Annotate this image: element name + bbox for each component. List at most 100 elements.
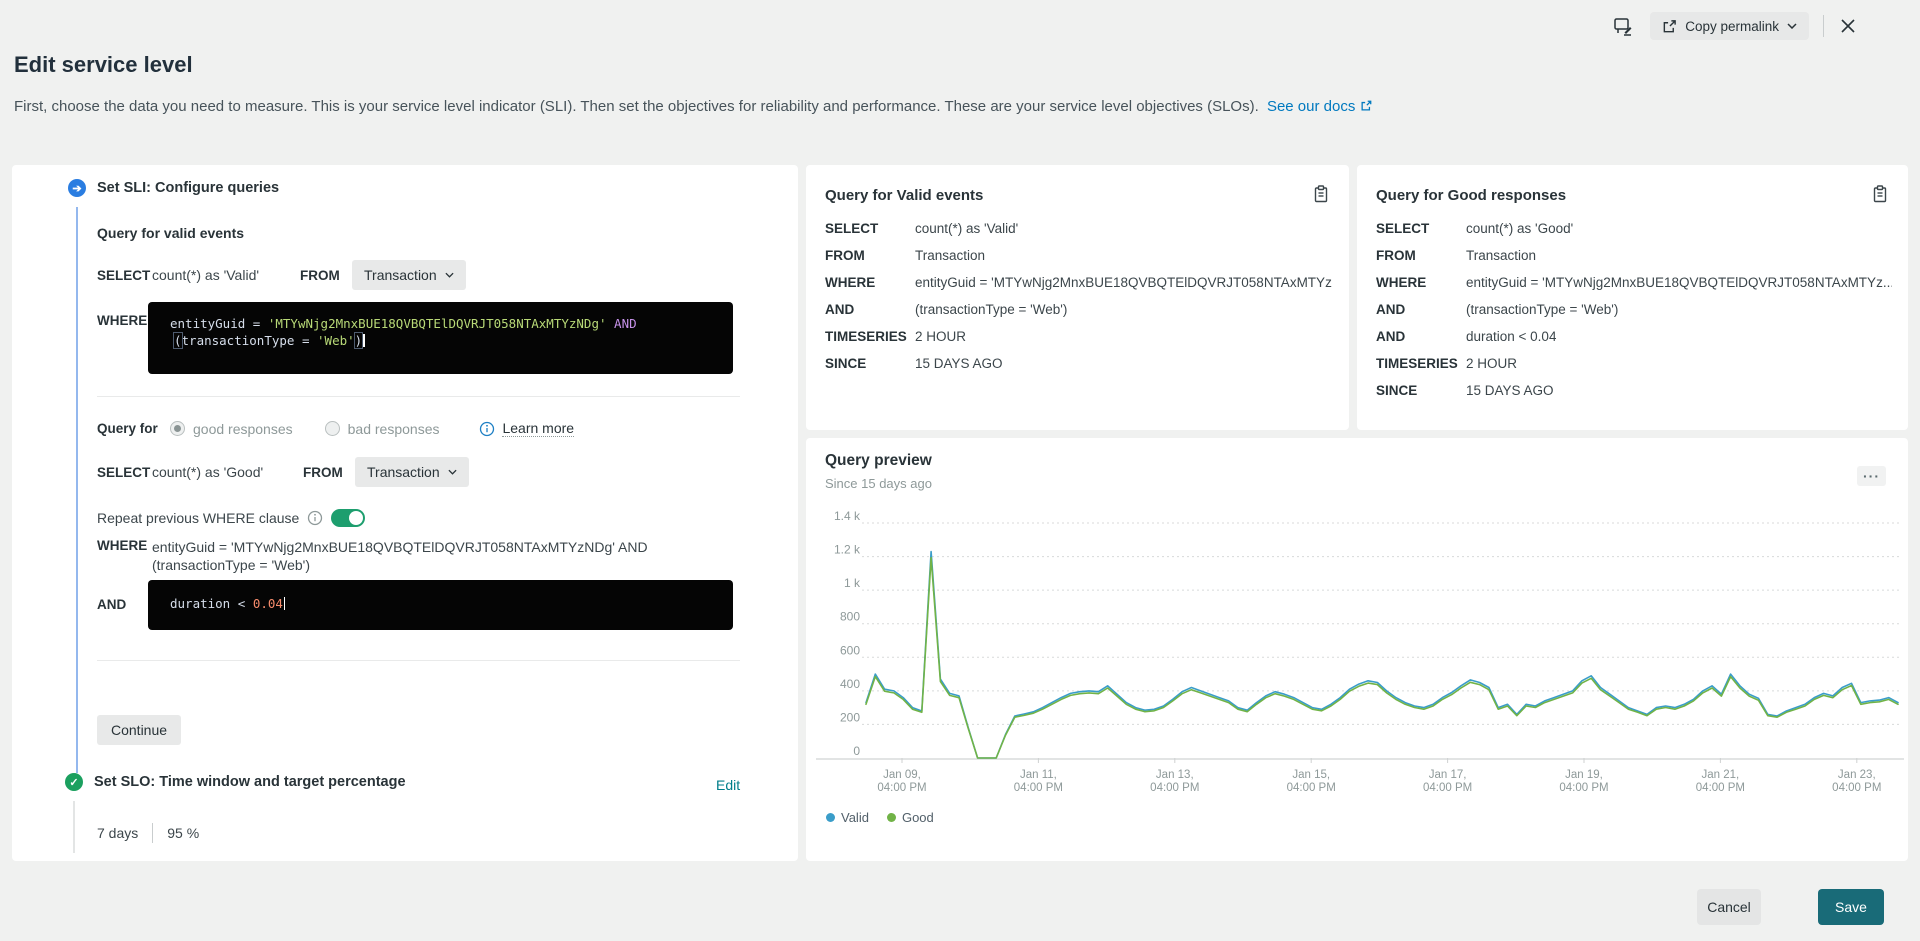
edit-slo-link[interactable]: Edit [716, 777, 740, 793]
where-code-line2: (transactionType = 'Web') [170, 332, 719, 349]
query-row-value: (transactionType = 'Web') [915, 302, 1067, 317]
step2-title: Set SLO: Time window and target percenta… [94, 774, 406, 790]
sli-wizard-panel: ➔ Set SLI: Configure queries Query for v… [12, 165, 798, 861]
from-dropdown-valid[interactable]: Transaction [352, 260, 466, 290]
svg-text:Jan 19,04:00 PM: Jan 19,04:00 PM [1559, 769, 1608, 794]
query-row: AND(transactionType = 'Web') [1376, 302, 1892, 317]
query-row-keyword: TIMESERIES [825, 329, 915, 344]
chevron-down-icon [445, 272, 454, 278]
from-dropdown-valid-label: Transaction [364, 267, 437, 283]
text-cursor [363, 334, 365, 347]
permalink-icon [1662, 19, 1677, 34]
svg-text:400: 400 [840, 677, 860, 691]
legend-item-valid[interactable]: Valid [826, 810, 869, 825]
continue-button[interactable]: Continue [97, 715, 181, 745]
and-query-editor[interactable]: duration < 0.04 [148, 580, 733, 630]
step1-title: Set SLI: Configure queries [97, 180, 279, 196]
svg-text:1.2 k: 1.2 k [834, 543, 861, 557]
repeat-where-label: Repeat previous WHERE clause [97, 510, 299, 526]
valid-events-section-title: Query for valid events [97, 225, 244, 241]
svg-text:Jan 23,04:00 PM: Jan 23,04:00 PM [1832, 769, 1881, 794]
query-row-value: 15 DAYS AGO [1466, 383, 1554, 398]
copy-permalink-button[interactable]: Copy permalink [1650, 12, 1809, 40]
copy-query-button[interactable] [1311, 183, 1331, 205]
query-row-keyword: TIMESERIES [1376, 356, 1466, 371]
query-row: ANDduration < 0.04 [1376, 329, 1892, 344]
legend-item-good[interactable]: Good [887, 810, 934, 825]
svg-text:Jan 17,04:00 PM: Jan 17,04:00 PM [1423, 769, 1472, 794]
copy-query-button[interactable] [1870, 183, 1890, 205]
legend-label-valid: Valid [841, 810, 869, 825]
chart-legend: Valid Good [826, 810, 934, 825]
query-row-value: 2 HOUR [915, 329, 966, 344]
svg-text:Jan 13,04:00 PM: Jan 13,04:00 PM [1150, 769, 1199, 794]
radio-good-responses[interactable]: good responses [170, 421, 293, 437]
query-row-value: count(*) as 'Good' [1466, 221, 1573, 236]
query-row-keyword: AND [825, 302, 915, 317]
copy-permalink-label: Copy permalink [1685, 19, 1779, 34]
valid-events-query-card: Query for Valid events SELECTcount(*) as… [806, 165, 1349, 430]
and-keyword: AND [97, 597, 126, 612]
query-row: SINCE15 DAYS AGO [1376, 383, 1892, 398]
from-dropdown-good[interactable]: Transaction [355, 457, 469, 487]
where-keyword: WHERE [97, 313, 147, 328]
text-cursor [284, 597, 286, 610]
select-keyword: SELECT [97, 268, 152, 283]
where-query-editor[interactable]: entityGuid = 'MTYwNjg2MnxBUE18QVBQTElDQV… [148, 302, 733, 374]
query-row-keyword: SINCE [825, 356, 915, 371]
close-icon [1840, 18, 1856, 34]
slo-target-value: 95 % [167, 825, 199, 841]
learn-more-link[interactable]: Learn more [502, 420, 574, 437]
preview-subtitle: Since 15 days ago [825, 476, 932, 491]
legend-dot-valid [826, 813, 835, 822]
radio-bad-responses[interactable]: bad responses [325, 421, 440, 437]
query-row-value: 15 DAYS AGO [915, 356, 1003, 371]
section-divider [97, 660, 740, 661]
query-row-keyword: SELECT [1376, 221, 1466, 236]
chevron-down-icon [448, 469, 457, 475]
query-row-keyword: SINCE [1376, 383, 1466, 398]
topbar-divider [1823, 15, 1824, 37]
save-button[interactable]: Save [1818, 889, 1884, 925]
query-row: SINCE15 DAYS AGO [825, 356, 1333, 371]
section-divider [97, 396, 740, 397]
svg-text:1.4 k: 1.4 k [834, 509, 861, 523]
slo-window-value: 7 days [97, 825, 138, 841]
radio-selected-icon [170, 421, 185, 436]
query-row-keyword: AND [1376, 329, 1466, 344]
query-row: SELECTcount(*) as 'Good' [1376, 221, 1892, 236]
docs-link[interactable]: See our docs [1267, 98, 1355, 115]
query-row-value: duration < 0.04 [1466, 329, 1556, 344]
info-icon [479, 421, 495, 437]
query-row-keyword: FROM [825, 248, 915, 263]
query-row: TIMESERIES2 HOUR [825, 329, 1333, 344]
svg-text:Jan 11,04:00 PM: Jan 11,04:00 PM [1014, 769, 1063, 794]
and-code-line: duration < 0.04 [170, 595, 719, 612]
select-value-good: count(*) as 'Good' [152, 464, 303, 480]
cancel-button[interactable]: Cancel [1697, 889, 1761, 925]
step1-active-icon: ➔ [68, 179, 86, 197]
step2-complete-icon: ✓ [65, 773, 83, 791]
step1-connector-line [76, 207, 78, 773]
svg-text:200: 200 [840, 710, 860, 724]
legend-dot-good [887, 813, 896, 822]
close-button[interactable] [1838, 16, 1858, 36]
svg-text:1 k: 1 k [844, 576, 861, 590]
repeat-where-toggle[interactable] [331, 509, 365, 527]
feedback-button[interactable] [1610, 13, 1636, 39]
legend-label-good: Good [902, 810, 934, 825]
repeated-where-value: entityGuid = 'MTYwNjg2MnxBUE18QVBQTElDQV… [152, 538, 742, 574]
query-row-value: Transaction [1466, 248, 1536, 263]
from-dropdown-good-label: Transaction [367, 464, 440, 480]
page-description: First, choose the data you need to measu… [14, 98, 1372, 115]
slo-summary-row: 7 days 95 % [97, 823, 199, 843]
query-row: FROMTransaction [1376, 248, 1892, 263]
query-row-keyword: AND [1376, 302, 1466, 317]
clipboard-icon [1872, 185, 1888, 203]
query-row: FROMTransaction [825, 248, 1333, 263]
select-value-valid: count(*) as 'Valid' [152, 267, 300, 283]
query-row-value: 2 HOUR [1466, 356, 1517, 371]
query-row-value: entityGuid = 'MTYwNjg2MnxBUE18QVBQTElDQV… [1466, 275, 1892, 290]
svg-text:Jan 15,04:00 PM: Jan 15,04:00 PM [1287, 769, 1336, 794]
overflow-menu-button[interactable]: ··· [1857, 466, 1886, 486]
